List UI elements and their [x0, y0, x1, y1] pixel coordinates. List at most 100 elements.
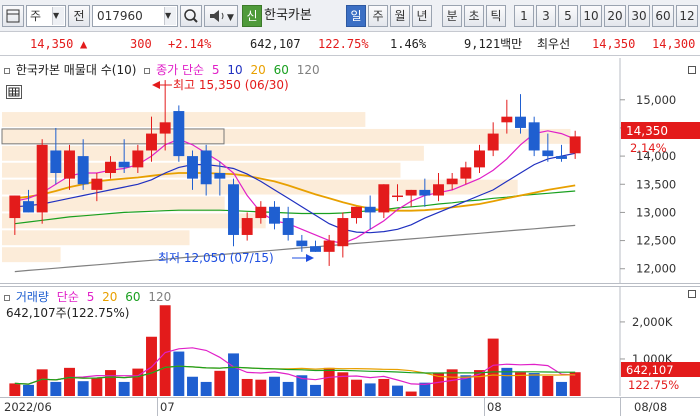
- volume-bar-up: [378, 378, 390, 396]
- candle-up: [351, 206, 362, 219]
- x-label-start: 2022/06: [4, 400, 52, 414]
- credit-badge: 신: [242, 5, 262, 27]
- volume-bar-up: [405, 391, 417, 396]
- legend-box-icon: [144, 68, 151, 74]
- volume-y-label: 2,000K: [632, 315, 673, 329]
- candle-down: [214, 173, 226, 179]
- candle-down: [77, 156, 89, 185]
- interval-button-1[interactable]: 1: [514, 5, 534, 27]
- volume-bar-up: [542, 376, 554, 396]
- candle-up: [9, 195, 21, 219]
- legend-box-icon: [4, 68, 10, 74]
- grid-table-icon[interactable]: [6, 85, 22, 99]
- price-legend: 한국카본 매물대 수(10) 종가 단순 5 10 20 60 120: [4, 61, 324, 78]
- period-tab-tick[interactable]: 틱: [486, 5, 506, 27]
- stock-code-input[interactable]: 017960 ▼: [92, 5, 178, 27]
- volume-bar-down: [269, 376, 280, 396]
- volume-bar-down: [228, 353, 239, 396]
- candle-up: [146, 133, 157, 151]
- volume-ma-label: 단순: [56, 290, 79, 304]
- best-bid: 14,350: [592, 37, 636, 51]
- volume-profile-bar: [2, 230, 190, 246]
- prev-button-label: 전: [73, 9, 85, 23]
- vol-ma60-legend: 60: [125, 290, 141, 304]
- volume-bar-down: [392, 385, 403, 396]
- candle-down: [173, 111, 185, 157]
- volume-bar-up: [323, 367, 335, 396]
- interval-button-30[interactable]: 30: [628, 5, 650, 27]
- best-bid-label: 최우선: [537, 37, 571, 51]
- price-chart: 15,00014,50014,00013,50013,00012,50012,0…: [0, 58, 700, 284]
- volume-bar-down: [556, 381, 567, 396]
- interval-button-60[interactable]: 60: [652, 5, 674, 27]
- svg-text:▼: ▼: [227, 13, 234, 23]
- candle-down: [419, 189, 431, 196]
- candle-down: [187, 156, 198, 179]
- period-tab-year[interactable]: 년: [412, 5, 432, 27]
- period-tab-second[interactable]: 초: [464, 5, 484, 27]
- volume-bar-up: [351, 379, 362, 396]
- price-y-label: 12,000: [636, 262, 676, 276]
- interval-button-20[interactable]: 20: [604, 5, 626, 27]
- volume-bar-down: [118, 381, 130, 396]
- vol-ma5-legend: 5: [86, 290, 95, 304]
- candle-up: [460, 167, 472, 179]
- interval-button-3[interactable]: 3: [536, 5, 556, 27]
- candle-down: [542, 150, 554, 157]
- interval-label: 5: [564, 9, 572, 23]
- x-tick: [620, 398, 621, 416]
- period-tab-label: 월: [394, 9, 406, 23]
- prev-button[interactable]: 전: [68, 5, 90, 27]
- period-tab-minute[interactable]: 분: [442, 5, 462, 27]
- candle-down: [269, 206, 280, 224]
- volume-bar-down: [77, 381, 89, 396]
- volume-bar-down: [187, 376, 198, 396]
- low-annotation-text: 최저 12,050 (07/15): [158, 251, 274, 265]
- volume-chart-pane[interactable]: 2,000K 1,000K 642,107 122.75% 거래량 단순 5 20…: [0, 66, 700, 396]
- interval-button-120[interactable]: 12: [676, 5, 698, 27]
- ma10-legend: 10: [227, 63, 243, 77]
- collapse-icon[interactable]: [688, 66, 696, 74]
- current-volume-pct-text: 122.75%: [628, 378, 679, 392]
- interval-label: 3: [542, 9, 550, 23]
- current-pct-tag-text: 2.14%: [630, 141, 667, 155]
- interval-label: 12: [679, 9, 695, 23]
- x-axis: 2022/06 07 08 08/08: [0, 397, 700, 416]
- trade-amount: 9,121백만: [464, 37, 523, 51]
- market-select-label: 주: [30, 9, 42, 23]
- market-select[interactable]: 주 ▼: [26, 5, 66, 27]
- volume-legend-title: 거래량: [15, 290, 49, 304]
- candle-down: [296, 240, 308, 247]
- chevron-down-icon: ▼: [52, 7, 64, 25]
- volume-bar-down: [173, 351, 185, 396]
- candle-up: [433, 184, 444, 196]
- interval-button-10[interactable]: 10: [580, 5, 602, 27]
- volume-bar-up: [241, 378, 253, 396]
- period-tab-label: 주: [372, 9, 384, 23]
- layout-icon[interactable]: [2, 5, 24, 27]
- candle-up: [323, 240, 335, 252]
- x-label-august: 08: [487, 400, 502, 414]
- search-icon[interactable]: [180, 5, 202, 27]
- candle-up: [392, 195, 403, 198]
- candle-down: [364, 206, 376, 213]
- volume-bar-up: [9, 383, 21, 396]
- collapse-icon[interactable]: [688, 290, 696, 298]
- candle-down: [515, 116, 526, 128]
- interval-button-5[interactable]: 5: [558, 5, 578, 27]
- chart-toolbar: 주 ▼ 전 017960 ▼ ▼ 신 한국카본 일 주 월 년 분 초 틱 1 …: [0, 0, 700, 32]
- candle-up: [64, 150, 75, 179]
- period-tab-day[interactable]: 일: [346, 5, 366, 27]
- candle-up: [255, 206, 267, 219]
- price-y-label: 13,500: [636, 177, 676, 191]
- period-tab-month[interactable]: 월: [390, 5, 410, 27]
- volume-bar-down: [50, 381, 62, 396]
- price-chart-pane[interactable]: 15,00014,50014,00013,50013,00012,50012,0…: [0, 58, 700, 284]
- candle-up: [36, 144, 48, 213]
- candle-down: [228, 184, 239, 235]
- period-tab-week[interactable]: 주: [368, 5, 388, 27]
- candle-up: [569, 136, 581, 154]
- candle-up: [487, 133, 499, 151]
- sound-icon[interactable]: ▼: [204, 5, 238, 27]
- high-annotation-text: 최고 15,350 (06/30): [173, 78, 289, 92]
